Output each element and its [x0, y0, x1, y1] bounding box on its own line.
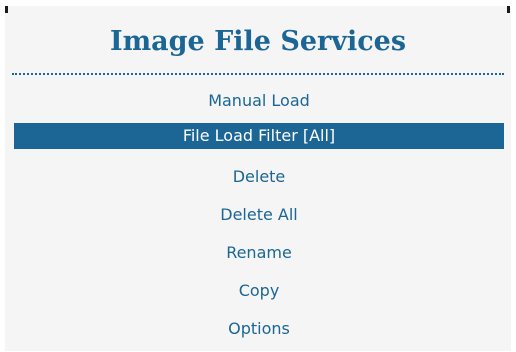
menu-item-manual-load[interactable]: Manual Load: [14, 86, 504, 124]
menu-item-rename[interactable]: Rename: [14, 238, 504, 276]
menu-item-file-load-filter[interactable]: File Load Filter [All]: [14, 123, 504, 149]
menu-item-delete[interactable]: Delete: [14, 162, 504, 200]
menu-item-copy[interactable]: Copy: [14, 276, 504, 314]
dialog-title: Image File Services: [109, 26, 407, 57]
menu-item-delete-all[interactable]: Delete All: [14, 200, 504, 238]
corner-mark-left: [5, 6, 8, 13]
service-menu: Manual Load File Load Filter [All] Delet…: [14, 86, 504, 352]
menu-item-options[interactable]: Options: [14, 314, 504, 352]
corner-mark-right: [507, 6, 510, 13]
title-divider: [12, 73, 504, 75]
